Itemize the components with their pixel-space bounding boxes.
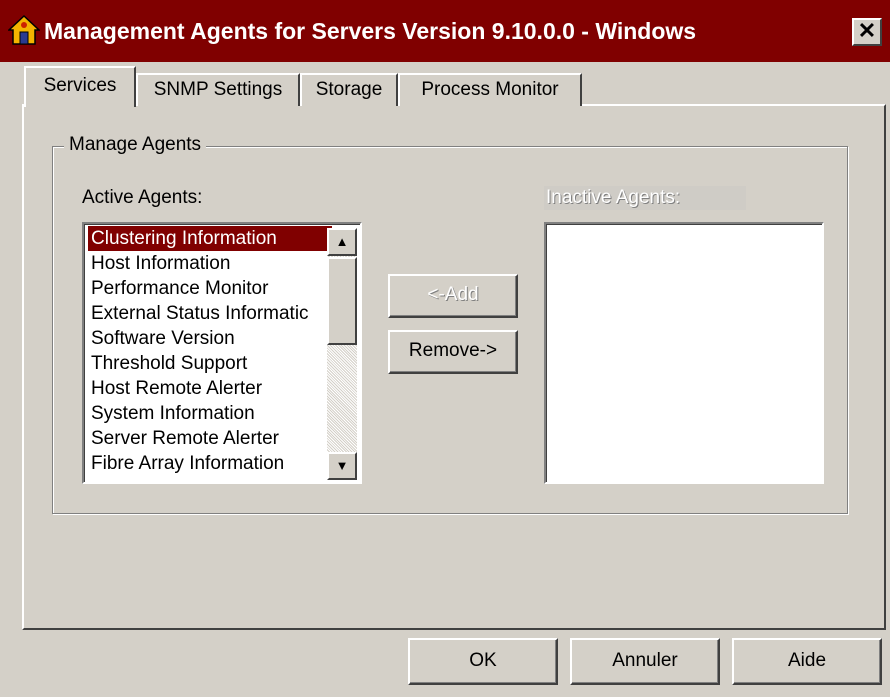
active-agents-list[interactable]: Clustering Information Host Information … [82,222,362,484]
help-button[interactable]: Aide [732,638,882,685]
arrow-up-icon: ▲ [335,234,349,249]
tab-process-monitor[interactable]: Process Monitor [398,73,582,106]
scroll-down-button[interactable]: ▼ [327,452,357,480]
list-item[interactable]: Performance Monitor [88,276,332,301]
arrow-down-icon: ▼ [335,458,349,473]
app-icon [7,14,41,46]
tab-storage[interactable]: Storage [300,73,398,106]
inactive-agents-list[interactable] [544,222,824,484]
scroll-up-button[interactable]: ▲ [327,228,357,256]
list-item[interactable]: System Information [88,401,332,426]
add-button[interactable]: <-Add [388,274,518,318]
list-item[interactable]: Server Remote Alerter [88,426,332,451]
ok-button[interactable]: OK [408,638,558,685]
list-item[interactable]: Fibre Array Information [88,451,332,476]
list-item[interactable]: Software Version [88,326,332,351]
list-item[interactable]: Host Information [88,251,332,276]
scroll-thumb[interactable] [327,257,357,345]
list-item[interactable]: External Status Informatic [88,301,332,326]
cancel-button[interactable]: Annuler [570,638,720,685]
close-icon: ✕ [857,18,877,43]
remove-button[interactable]: Remove-> [388,330,518,374]
window-title: Management Agents for Servers Version 9.… [44,18,697,44]
list-item[interactable]: Host Remote Alerter [88,376,332,401]
list-item-selected[interactable]: Clustering Information [88,226,332,251]
tab-snmp-settings[interactable]: SNMP Settings [136,73,300,106]
inactive-agents-label: Inactive Agents: [544,186,746,210]
list-item[interactable]: Threshold Support [88,351,332,376]
active-agents-label: Active Agents: [82,187,203,208]
close-button[interactable]: ✕ [852,18,882,46]
manage-agents-label: Manage Agents [64,132,207,158]
tab-services[interactable]: Services [24,66,136,107]
active-agents-scrollbar[interactable]: ▲ ▼ [327,228,357,480]
